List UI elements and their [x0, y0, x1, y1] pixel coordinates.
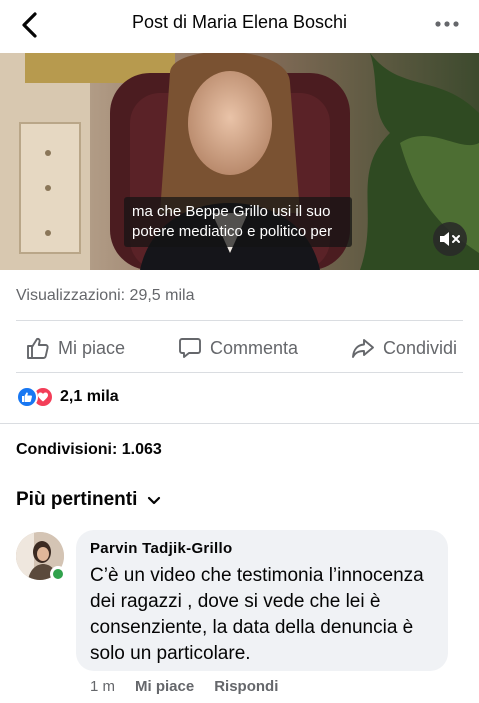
comment-button[interactable]: Commenta: [178, 336, 298, 360]
divider: [16, 320, 463, 321]
volume-muted-icon: [440, 232, 460, 246]
reactions-count: 2,1 mila: [60, 388, 119, 405]
reactions-summary[interactable]: 2,1 mila: [16, 386, 119, 408]
comment-icon: [179, 338, 201, 358]
thumbs-up-icon: [27, 337, 49, 359]
like-label: Mi piace: [58, 337, 126, 358]
comment-reply-button[interactable]: Rispondi: [214, 678, 278, 695]
divider: [16, 372, 463, 373]
share-label: Condividi: [382, 337, 457, 358]
chevron-down-icon: [148, 496, 161, 504]
more-horizontal-icon: [435, 21, 459, 27]
comment-meta: 1 m Mi piace Rispondi: [90, 678, 278, 695]
page-title: Post di Maria Elena Boschi: [131, 12, 348, 32]
shares-count[interactable]: Condivisioni: 1.063: [16, 441, 162, 459]
comment-author[interactable]: Parvin Tadjik-Grillo: [90, 540, 434, 557]
divider: [0, 423, 479, 424]
comment-bubble: Parvin Tadjik-Grillo C’è un video che te…: [76, 530, 448, 671]
share-icon: [351, 339, 374, 358]
comment-like-button[interactable]: Mi piace: [135, 678, 194, 695]
comments-sort-selector[interactable]: Più pertinenti: [16, 489, 161, 511]
video-player[interactable]: ma che Beppe Grillo usi il suo potere me…: [0, 53, 479, 270]
mute-button[interactable]: [433, 222, 467, 256]
share-button[interactable]: Condividi: [351, 336, 457, 360]
video-subtitle: ma che Beppe Grillo usi il suo potere me…: [124, 197, 352, 247]
post-actions: Mi piace Commenta Condividi: [0, 330, 479, 366]
comment-label: Commenta: [209, 337, 298, 358]
top-bar: Post di Maria Elena Boschi: [0, 0, 479, 50]
subtitle-line-1: ma che Beppe Grillo usi il suo: [132, 203, 331, 220]
comment-time: 1 m: [90, 678, 116, 695]
subtitle-line-2: potere mediatico e politico per: [132, 223, 333, 240]
comment-text: C’è un video che testimonia l’innocenza …: [90, 565, 424, 664]
sort-label: Più pertinenti: [16, 489, 138, 510]
views-count: Visualizzazioni: 29,5 mila: [16, 287, 195, 304]
online-status-indicator: [50, 566, 66, 582]
more-options-button[interactable]: [429, 12, 465, 36]
like-button[interactable]: Mi piace: [26, 336, 125, 360]
like-reaction-icon: [16, 386, 38, 408]
